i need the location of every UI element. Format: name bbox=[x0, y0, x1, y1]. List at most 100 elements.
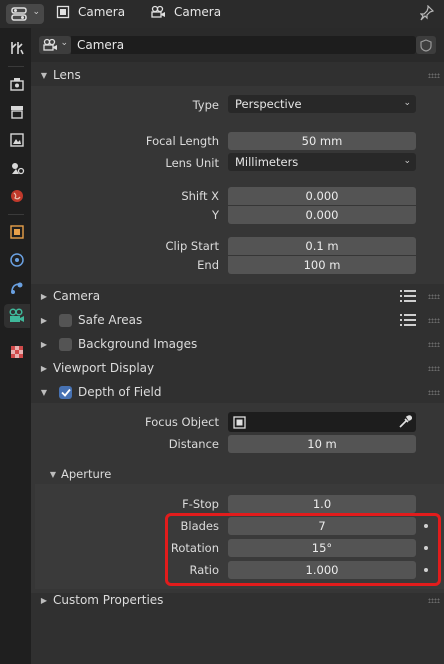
lens-unit-value: Millimeters bbox=[235, 155, 299, 169]
editor-type-button[interactable]: ⌄ bbox=[6, 4, 44, 24]
drag-grip-icon[interactable] bbox=[428, 318, 440, 323]
drag-grip-icon[interactable] bbox=[428, 73, 440, 78]
tab-world[interactable] bbox=[4, 184, 30, 208]
shift-y-label: Y bbox=[211, 208, 219, 222]
camera-data-icon bbox=[43, 38, 57, 51]
tab-output[interactable] bbox=[4, 100, 30, 124]
focal-length-field[interactable]: 50 mm bbox=[228, 132, 416, 150]
panel-custom-properties-title: Custom Properties bbox=[53, 593, 164, 607]
object-icon bbox=[56, 5, 70, 19]
disclosure-open-icon: ▼ bbox=[49, 469, 57, 479]
fake-user-button[interactable] bbox=[416, 36, 436, 54]
disclosure-open-icon: ▼ bbox=[40, 70, 48, 80]
presets-list-icon[interactable] bbox=[400, 314, 416, 329]
subpanel-aperture-header[interactable]: ▼ Aperture bbox=[35, 463, 444, 485]
lens-type-value: Perspective bbox=[235, 97, 302, 111]
disclosure-closed-icon: ▶ bbox=[40, 363, 48, 373]
safe-areas-checkbox[interactable] bbox=[59, 313, 72, 327]
panel-safe-areas-header[interactable]: ▶ Safe Areas bbox=[31, 309, 444, 331]
disclosure-closed-icon: ▶ bbox=[40, 291, 48, 301]
breadcrumb-object-name: Camera bbox=[78, 5, 126, 19]
shift-y-field[interactable]: 0.000 bbox=[228, 206, 416, 224]
lens-unit-select[interactable]: Millimeters ⌄ bbox=[228, 153, 416, 171]
subpanel-aperture-title: Aperture bbox=[61, 467, 112, 481]
tab-scene[interactable] bbox=[4, 156, 30, 180]
panel-camera-title: Camera bbox=[53, 289, 101, 303]
texture-icon bbox=[11, 346, 23, 358]
tab-camera-data[interactable] bbox=[4, 304, 30, 328]
lens-type-select[interactable]: Perspective ⌄ bbox=[228, 95, 416, 113]
pin-icon[interactable] bbox=[419, 4, 435, 24]
tab-view-layer[interactable] bbox=[4, 128, 30, 152]
tab-constraints[interactable] bbox=[4, 276, 30, 300]
checkmark-icon bbox=[60, 388, 71, 397]
world-icon bbox=[11, 190, 23, 202]
panel-background-images-title: Background Images bbox=[78, 337, 198, 351]
focus-object-label: Focus Object bbox=[145, 415, 219, 429]
distance-field[interactable]: 10 m bbox=[228, 435, 416, 453]
fstop-label: F-Stop bbox=[182, 497, 219, 511]
panel-camera-header[interactable]: ▶ Camera bbox=[31, 285, 444, 307]
panel-depth-of-field-title: Depth of Field bbox=[78, 385, 162, 399]
shift-x-field[interactable]: 0.000 bbox=[228, 187, 416, 205]
camera-data-name-field[interactable]: Camera bbox=[71, 36, 416, 54]
datablock-row: ⌄ Camera bbox=[31, 28, 444, 62]
tab-object[interactable] bbox=[4, 220, 30, 244]
disclosure-closed-icon: ▶ bbox=[40, 315, 48, 325]
scene-icon bbox=[12, 163, 25, 175]
tab-physics[interactable] bbox=[4, 248, 30, 272]
disclosure-closed-icon: ▶ bbox=[40, 595, 48, 605]
breadcrumb-data: Camera bbox=[150, 5, 221, 19]
drag-grip-icon[interactable] bbox=[428, 598, 440, 603]
clip-start-label: Clip Start bbox=[165, 239, 219, 253]
physics-icon bbox=[10, 253, 24, 267]
chevron-down-icon: ⌄ bbox=[32, 7, 40, 17]
background-images-checkbox[interactable] bbox=[59, 337, 72, 351]
highlight-box bbox=[165, 513, 441, 586]
render-icon bbox=[10, 78, 24, 91]
object-icon bbox=[10, 225, 24, 239]
panel-safe-areas-title: Safe Areas bbox=[78, 313, 143, 327]
panel-lens-title: Lens bbox=[53, 68, 81, 82]
panel-background-images-header[interactable]: ▶ Background Images bbox=[31, 333, 444, 355]
clip-start-field[interactable]: 0.1 m bbox=[228, 237, 416, 255]
tab-render[interactable] bbox=[4, 72, 30, 96]
disclosure-closed-icon: ▶ bbox=[40, 339, 48, 349]
panel-depth-of-field-header[interactable]: ▼ Depth of Field bbox=[31, 381, 444, 403]
drag-grip-icon[interactable] bbox=[428, 294, 440, 299]
panel-viewport-display-header[interactable]: ▶ Viewport Display bbox=[31, 357, 444, 379]
panel-lens-header[interactable]: ▼ Lens bbox=[31, 64, 444, 86]
tab-texture[interactable] bbox=[4, 340, 30, 364]
chevron-down-icon: ⌄ bbox=[403, 156, 411, 166]
clip-end-field[interactable]: 100 m bbox=[228, 256, 416, 274]
drag-grip-icon[interactable] bbox=[428, 366, 440, 371]
output-icon bbox=[11, 106, 23, 119]
presets-list-icon[interactable] bbox=[400, 290, 416, 305]
object-icon bbox=[233, 415, 246, 429]
camera-data-browse-button[interactable]: ⌄ bbox=[39, 36, 71, 54]
fstop-field[interactable]: 1.0 bbox=[228, 495, 416, 513]
lens-unit-label: Lens Unit bbox=[165, 156, 219, 170]
focus-object-field[interactable] bbox=[228, 412, 416, 432]
view-layer-icon bbox=[10, 133, 24, 147]
disclosure-open-icon: ▼ bbox=[40, 387, 48, 397]
tab-tool[interactable] bbox=[4, 36, 30, 60]
shield-icon bbox=[420, 38, 432, 52]
panel-custom-properties-header[interactable]: ▶ Custom Properties bbox=[31, 589, 444, 611]
properties-editor-icon bbox=[11, 7, 27, 21]
eyedropper-icon[interactable] bbox=[398, 415, 413, 432]
shift-x-label: Shift X bbox=[181, 189, 219, 203]
tool-icon bbox=[11, 42, 24, 55]
camera-data-icon bbox=[151, 5, 165, 18]
drag-grip-icon[interactable] bbox=[428, 390, 440, 395]
camera-data-icon bbox=[9, 308, 24, 322]
constraints-icon bbox=[11, 282, 23, 294]
lens-type-label: Type bbox=[192, 98, 219, 112]
panel-viewport-display-title: Viewport Display bbox=[53, 361, 155, 375]
chevron-down-icon: ⌄ bbox=[60, 38, 68, 48]
depth-of-field-checkbox[interactable] bbox=[59, 385, 72, 399]
chevron-down-icon: ⌄ bbox=[403, 98, 411, 108]
properties-main: ⌄ Camera ▼ Lens Type Perspective ⌄ Focal… bbox=[31, 28, 444, 664]
distance-label: Distance bbox=[168, 437, 219, 451]
drag-grip-icon[interactable] bbox=[428, 342, 440, 347]
